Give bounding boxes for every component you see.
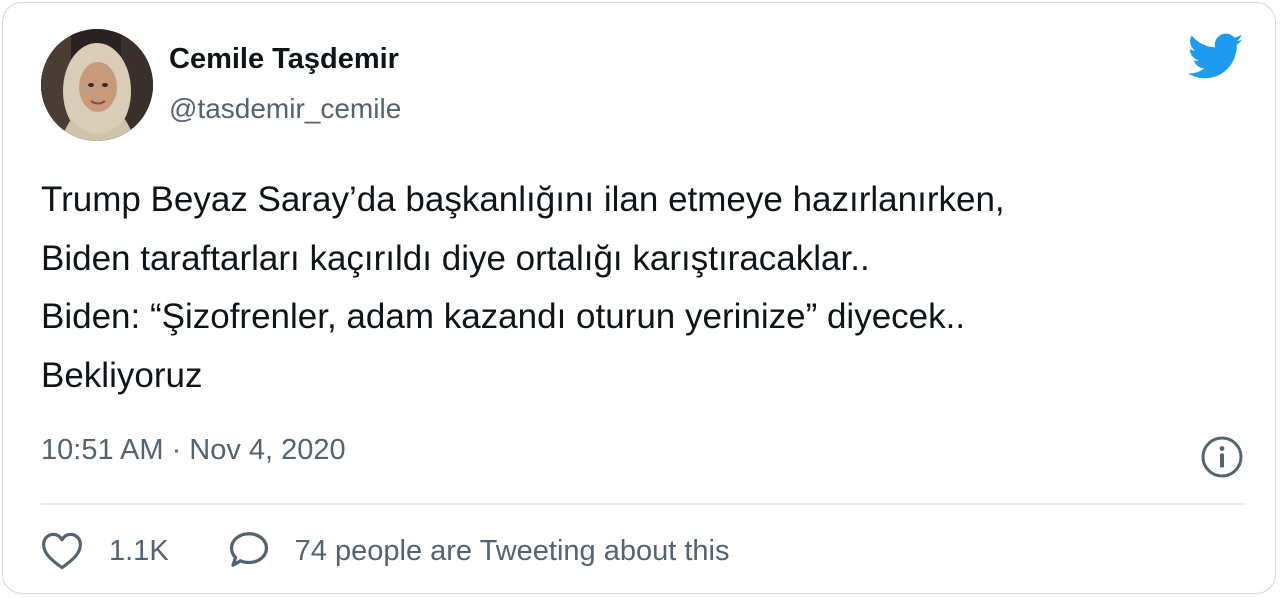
tweet-line: Trump Beyaz Saray’da başkanlığını ilan e… — [41, 180, 1005, 219]
avatar-photo — [41, 29, 153, 141]
like-count[interactable]: 1.1K — [109, 535, 169, 568]
tweeting-about-link[interactable]: 74 people are Tweeting about this — [295, 535, 730, 568]
avatar[interactable] — [41, 29, 153, 141]
tweet-card: Cemile Taşdemir @tasdemir_cemile Trump B… — [2, 2, 1276, 594]
author-handle[interactable]: @tasdemir_cemile — [169, 93, 401, 125]
heart-icon[interactable] — [41, 531, 83, 571]
twitter-bird-icon[interactable] — [1188, 33, 1244, 81]
info-icon[interactable] — [1200, 435, 1244, 479]
tweet-line: Biden: “Şizofrenler, adam kazandı oturun… — [41, 297, 966, 336]
reply-icon[interactable] — [227, 531, 271, 571]
tweet-line: Bekliyoruz — [41, 355, 203, 395]
tweet-text: Trump Beyaz Saray’da başkanlığını ilan e… — [41, 171, 1241, 405]
divider — [41, 503, 1245, 505]
tweet-line: Biden taraftarları kaçırıldı diye ortalı… — [41, 238, 870, 278]
tweet-timestamp[interactable]: 10:51 AM · Nov 4, 2020 — [41, 434, 346, 467]
author-name[interactable]: Cemile Taşdemir — [169, 43, 399, 76]
tweet-actions: 1.1K 74 people are Tweeting about this — [41, 529, 729, 573]
